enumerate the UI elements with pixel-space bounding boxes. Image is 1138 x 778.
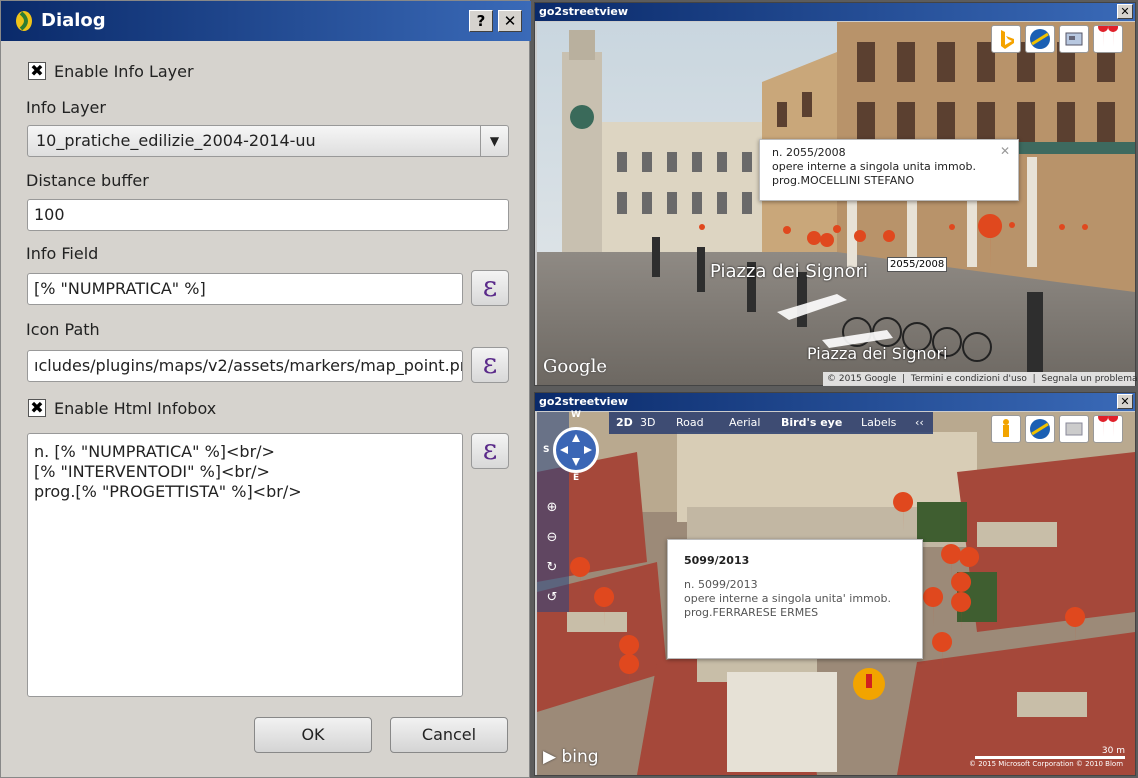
- html-line: [% "INTERVENTODI" %]<br/>: [34, 462, 270, 481]
- tab-birds-eye[interactable]: Bird's eye: [781, 412, 842, 434]
- info-layer-select[interactable]: 10_pratiche_edilizie_2004-2014-uu ▼: [27, 125, 509, 157]
- zoom-out-icon[interactable]: ⊖: [545, 523, 559, 553]
- birdseye-titlebar[interactable]: go2streetview ✕: [535, 393, 1135, 411]
- google-logo: Google: [543, 356, 607, 377]
- cancel-button[interactable]: Cancel: [390, 717, 508, 753]
- map-style-bar: 2D 3D Road Aerial Bird's eye Labels ‹‹: [609, 412, 933, 434]
- dropdown-arrow-icon[interactable]: ▼: [480, 126, 508, 156]
- birdseye-window: go2streetview ✕ 2D 3D Road Aerial Bird's…: [534, 392, 1136, 776]
- dialog-titlebar[interactable]: Dialog ? ✕: [1, 1, 531, 41]
- pegman-icon[interactable]: [991, 415, 1021, 443]
- birdseye-close-button[interactable]: ✕: [1117, 394, 1133, 409]
- popup-line: n. 2055/2008: [772, 146, 846, 159]
- compass-w: W: [571, 410, 581, 420]
- bing-logo: ▶ bing: [543, 747, 599, 767]
- popup-title: 5099/2013: [684, 554, 750, 567]
- collapse-bar-icon[interactable]: ‹‹: [915, 412, 924, 434]
- html-line: prog.[% "PROGETTISTA" %]<br/>: [34, 482, 302, 501]
- report-link[interactable]: Segnala un problema: [1041, 374, 1137, 384]
- icon-path-label: Icon Path: [26, 320, 100, 339]
- streetview-title: go2streetview: [539, 5, 629, 18]
- rotate-left-icon[interactable]: ↺: [545, 583, 559, 613]
- markers-toggle-icon[interactable]: [1093, 412, 1123, 443]
- info-layer-label: Info Layer: [26, 98, 106, 117]
- popup-line: opere interne a singola unita' immob.: [684, 592, 891, 605]
- ok-button[interactable]: OK: [254, 717, 372, 753]
- streetview-close-button[interactable]: ✕: [1117, 4, 1133, 19]
- dialog-window: Dialog ? ✕ ✖ Enable Info Layer Info Laye…: [0, 0, 531, 778]
- html-infobox-textarea[interactable]: n. [% "NUMPRATICA" %]<br/> [% "INTERVENT…: [27, 433, 463, 697]
- popup-line: opere interne a singola unita immob.: [772, 160, 976, 173]
- compass-e: E: [573, 473, 580, 483]
- popup-line: prog.MOCELLINI STEFANO: [772, 174, 915, 187]
- distance-buffer-input[interactable]: 100: [27, 199, 509, 231]
- tab-3d[interactable]: 3D: [640, 412, 655, 434]
- street-label: Piazza dei Signori: [710, 261, 869, 282]
- birdseye-title: go2streetview: [539, 395, 629, 408]
- map-icon[interactable]: [1059, 25, 1089, 53]
- icon-path-expression-button[interactable]: ε: [471, 347, 509, 383]
- dialog-title: Dialog: [41, 10, 106, 31]
- streetview-panorama[interactable]: [537, 22, 1135, 385]
- map-icon[interactable]: [1059, 415, 1089, 443]
- markers-toggle-icon[interactable]: [1093, 22, 1123, 53]
- scale-bar: 30 m: [975, 746, 1125, 759]
- info-layer-value: 10_pratiche_edilizie_2004-2014-uu: [36, 131, 316, 150]
- tab-labels[interactable]: Labels: [861, 412, 896, 434]
- info-field-input[interactable]: [% "NUMPRATICA" %]: [27, 273, 463, 305]
- birdseye-copyright: © 2015 Microsoft Corporation © 2010 Blom: [969, 760, 1124, 768]
- icon-path-input[interactable]: ıcludes/plugins/maps/v2/assets/markers/m…: [27, 350, 463, 382]
- streetview-window: go2streetview ✕ Piazza dei Signori Piazz…: [534, 2, 1137, 386]
- globe-icon[interactable]: [1025, 415, 1055, 443]
- bing-logo-text: bing: [561, 747, 599, 767]
- popup-line: prog.FERRARESE ERMES: [684, 606, 819, 619]
- compass-s: S: [543, 445, 550, 455]
- tab-aerial[interactable]: Aerial: [729, 412, 760, 434]
- globe-icon[interactable]: [1025, 25, 1055, 53]
- enable-html-infobox-checkbox[interactable]: ✖: [28, 399, 46, 417]
- rotate-right-icon[interactable]: ↻: [545, 553, 559, 583]
- terms-link[interactable]: Termini e condizioni d'uso: [911, 374, 1027, 384]
- copyright-text: © 2015 Google: [827, 374, 897, 384]
- html-line: n. [% "NUMPRATICA" %]<br/>: [34, 442, 275, 461]
- enable-info-layer-label: Enable Info Layer: [54, 62, 194, 81]
- enable-html-infobox-label: Enable Html Infobox: [54, 399, 217, 418]
- marker-tooltip: 2055/2008: [887, 257, 948, 272]
- streetview-infobox: n. 2055/2008 opere interne a singola uni…: [759, 139, 1019, 201]
- compass-control[interactable]: [553, 427, 599, 473]
- tab-road[interactable]: Road: [676, 412, 704, 434]
- enable-info-layer-checkbox[interactable]: ✖: [28, 62, 46, 80]
- streetview-footer: © 2015 Google | Termini e condizioni d'u…: [823, 372, 1137, 386]
- bing-icon[interactable]: [991, 25, 1021, 53]
- close-button[interactable]: ✕: [498, 10, 522, 32]
- popup-line: n. 5099/2013: [684, 578, 758, 591]
- info-field-label: Info Field: [26, 244, 99, 263]
- street-label-2: Piazza dei Signori: [807, 344, 948, 363]
- streetview-titlebar[interactable]: go2streetview ✕: [535, 3, 1135, 21]
- distance-buffer-label: Distance buffer: [26, 171, 149, 190]
- html-expression-button[interactable]: ε: [471, 433, 509, 469]
- info-field-expression-button[interactable]: ε: [471, 270, 509, 306]
- birdseye-infobox: 5099/2013 n. 5099/2013 opere interne a s…: [667, 539, 923, 659]
- qgis-logo-icon: [16, 11, 32, 31]
- zoom-controls: ⊕ ⊖ ↻ ↺: [545, 493, 559, 613]
- tab-2d[interactable]: 2D: [616, 412, 633, 434]
- popup-close-icon[interactable]: ✕: [1000, 144, 1010, 158]
- help-button[interactable]: ?: [469, 10, 493, 32]
- zoom-in-icon[interactable]: ⊕: [545, 493, 559, 523]
